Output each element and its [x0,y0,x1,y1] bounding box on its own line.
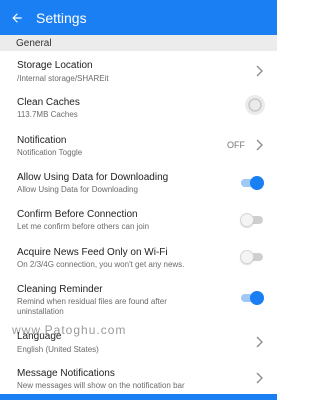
setting-title: Allow Using Data for Downloading [17,172,169,183]
setting-subtitle: New messages will show on the notificati… [17,381,185,390]
setting-notification[interactable]: Notification Notification Toggle OFF [0,127,277,164]
page-title: Settings [36,9,87,26]
chevron-right-icon [256,336,263,348]
setting-subtitle: 113.7MB Caches [17,110,78,119]
setting-title: Clean Caches [17,97,80,108]
setting-title: Message Notifications [17,368,115,379]
setting-subtitle: English (United States) [17,345,99,354]
setting-confirm-before-connection: Confirm Before Connection Let me confirm… [0,202,277,239]
setting-title: Cleaning Reminder [17,284,103,295]
notification-status: OFF [227,140,245,150]
setting-storage-location[interactable]: Storage Location /Internal storage/SHARE… [0,52,277,89]
app-bar: Settings [0,0,277,35]
setting-subtitle: Let me confirm before others can join [17,222,150,231]
setting-subtitle-cont: uninstallation [17,307,64,316]
setting-title: Storage Location [17,60,93,71]
setting-message-notifications[interactable]: Message Notifications New messages will … [0,362,277,394]
setting-news-feed-wifi: Acquire News Feed Only on Wi-Fi On 2/3/4… [0,240,277,277]
chevron-right-icon [256,139,263,151]
toggle-news-feed-wifi[interactable] [240,250,264,264]
chevron-right-icon [256,65,263,77]
setting-title: Confirm Before Connection [17,209,138,220]
back-button[interactable] [0,0,34,35]
setting-cleaning-reminder: Cleaning Reminder Remind when residual f… [0,279,277,325]
chevron-right-icon [256,372,263,384]
setting-subtitle: On 2/3/4G connection, you won't get any … [17,260,185,269]
setting-title: Notification [17,135,67,146]
setting-language[interactable]: Language English (United States) [0,326,277,360]
toggle-allow-data-download[interactable] [240,176,264,190]
setting-allow-data-download: Allow Using Data for Downloading Allow U… [0,165,277,202]
setting-title: Acquire News Feed Only on Wi-Fi [17,247,168,258]
section-header-general: General [0,35,277,51]
watermark-logo-icon [245,95,265,115]
setting-title: Language [17,331,62,342]
bottom-bar [0,394,277,400]
setting-subtitle: Notification Toggle [17,148,83,157]
toggle-cleaning-reminder[interactable] [240,291,264,305]
setting-subtitle: /Internal storage/SHAREit [17,74,109,83]
toggle-confirm-before-connection[interactable] [240,213,264,227]
setting-subtitle: Allow Using Data for Downloading [17,185,138,194]
setting-subtitle: Remind when residual files are found aft… [17,297,167,306]
setting-clean-caches[interactable]: Clean Caches 113.7MB Caches [0,89,277,126]
arrow-back-icon [12,12,22,23]
